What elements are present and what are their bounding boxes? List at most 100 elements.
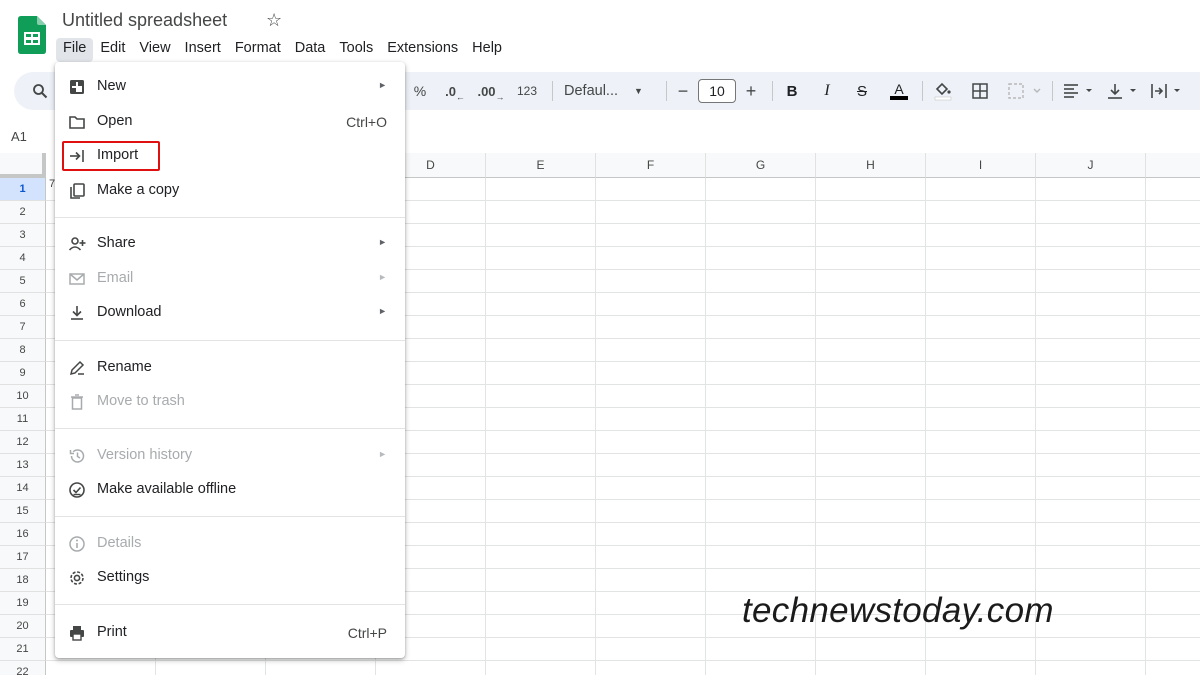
column-header-partial[interactable] bbox=[1146, 153, 1200, 178]
menu-item-label: Rename bbox=[97, 359, 152, 375]
copy-icon bbox=[70, 183, 85, 199]
menu-file[interactable]: File bbox=[56, 38, 94, 62]
menu-item-download[interactable]: Download ► bbox=[55, 298, 405, 328]
strikethrough-button[interactable]: S bbox=[852, 72, 872, 110]
row-header[interactable]: 5 bbox=[0, 270, 46, 293]
increase-decimal-button[interactable]: .00 → bbox=[476, 72, 506, 110]
sheets-logo[interactable] bbox=[18, 16, 46, 54]
menu-item-label: Details bbox=[97, 535, 142, 551]
decrease-decimal-button[interactable]: .0 ← bbox=[442, 72, 468, 110]
menu-item-email[interactable]: Email ► bbox=[55, 264, 405, 294]
borders-icon[interactable] bbox=[971, 82, 989, 100]
row-header[interactable]: 12 bbox=[0, 431, 46, 454]
menu-item-new[interactable]: New ► bbox=[55, 72, 405, 102]
menu-view[interactable]: View bbox=[132, 38, 177, 62]
row-header[interactable]: 9 bbox=[0, 362, 46, 385]
rename-icon bbox=[69, 360, 85, 376]
grid-line bbox=[46, 660, 1200, 661]
merge-cells-icon[interactable] bbox=[1007, 82, 1041, 100]
row-header[interactable]: 14 bbox=[0, 477, 46, 500]
percent-format-button[interactable]: % bbox=[410, 72, 430, 110]
email-icon bbox=[69, 273, 85, 285]
font-size-input[interactable]: 10 bbox=[698, 79, 736, 103]
print-icon bbox=[70, 626, 84, 641]
menu-edit[interactable]: Edit bbox=[93, 38, 132, 62]
horizontal-align-icon[interactable] bbox=[1062, 82, 1096, 100]
menu-item-print[interactable]: Print Ctrl+P bbox=[55, 618, 405, 648]
row-header[interactable]: 13 bbox=[0, 454, 46, 477]
row-header[interactable]: 18 bbox=[0, 569, 46, 592]
share-icon bbox=[68, 237, 86, 251]
menu-item-move-to-trash[interactable]: Move to trash bbox=[55, 387, 405, 417]
menu-data[interactable]: Data bbox=[288, 38, 333, 62]
info-icon bbox=[69, 536, 85, 552]
menu-item-settings[interactable]: Settings bbox=[55, 563, 405, 593]
name-box[interactable]: A1 bbox=[11, 129, 27, 144]
search-menus-icon[interactable] bbox=[32, 83, 48, 99]
toolbar-divider bbox=[772, 81, 773, 101]
row-header[interactable]: 19 bbox=[0, 592, 46, 615]
menu-format[interactable]: Format bbox=[228, 38, 288, 62]
row-header[interactable]: 16 bbox=[0, 523, 46, 546]
column-header[interactable]: E bbox=[486, 153, 596, 178]
folder-icon bbox=[69, 116, 85, 129]
bold-button[interactable]: B bbox=[782, 72, 802, 110]
column-header[interactable]: J bbox=[1036, 153, 1146, 178]
download-icon bbox=[71, 306, 83, 320]
menu-help[interactable]: Help bbox=[465, 38, 509, 62]
menu-bar: File Edit View Insert Format Data Tools … bbox=[56, 38, 509, 62]
increase-font-size-button[interactable]: + bbox=[742, 72, 760, 110]
caret-down-icon: ▼ bbox=[634, 86, 643, 96]
column-header[interactable]: F bbox=[596, 153, 706, 178]
more-formats-button[interactable]: 123 bbox=[514, 72, 540, 110]
gear-icon bbox=[70, 571, 84, 585]
text-color-button[interactable]: A bbox=[887, 72, 911, 110]
row-header[interactable]: 4 bbox=[0, 247, 46, 270]
menu-item-make-a-copy[interactable]: Make a copy bbox=[55, 176, 405, 206]
text-wrapping-icon[interactable] bbox=[1150, 82, 1190, 100]
row-header[interactable]: 10 bbox=[0, 385, 46, 408]
menu-extensions[interactable]: Extensions bbox=[380, 38, 465, 62]
watermark: technewstoday.com bbox=[742, 591, 1054, 630]
select-all-corner[interactable] bbox=[0, 153, 46, 178]
font-family-dropdown[interactable]: Defaul... ▼ bbox=[564, 72, 654, 110]
menu-item-label: Download bbox=[97, 304, 162, 320]
menu-item-make-available-offline[interactable]: Make available offline bbox=[55, 475, 405, 505]
menu-item-rename[interactable]: Rename bbox=[55, 353, 405, 383]
star-icon[interactable]: ☆ bbox=[266, 10, 282, 31]
row-header[interactable]: 22 bbox=[0, 661, 46, 675]
row-header[interactable]: 11 bbox=[0, 408, 46, 431]
menu-divider bbox=[55, 516, 405, 517]
menu-item-share[interactable]: Share ► bbox=[55, 229, 405, 259]
menu-item-details[interactable]: Details bbox=[55, 529, 405, 559]
document-title[interactable]: Untitled spreadsheet bbox=[62, 10, 227, 31]
row-header[interactable]: 21 bbox=[0, 638, 46, 661]
cell-a1[interactable]: 7 bbox=[46, 178, 55, 190]
row-header[interactable]: 3 bbox=[0, 224, 46, 247]
row-header[interactable]: 15 bbox=[0, 500, 46, 523]
menu-item-version-history[interactable]: Version history ► bbox=[55, 441, 405, 471]
menu-divider bbox=[55, 340, 405, 341]
italic-button[interactable]: I bbox=[817, 72, 837, 110]
increase-decimal-label: .00 bbox=[477, 83, 496, 99]
menu-item-label: Settings bbox=[97, 569, 150, 585]
decrease-font-size-button[interactable]: − bbox=[674, 72, 692, 110]
menu-tools[interactable]: Tools bbox=[332, 38, 380, 62]
menu-item-open[interactable]: Open Ctrl+O bbox=[55, 107, 405, 137]
row-header[interactable]: 1 bbox=[0, 178, 46, 201]
row-header[interactable]: 20 bbox=[0, 615, 46, 638]
column-header[interactable]: H bbox=[816, 153, 926, 178]
column-header[interactable]: G bbox=[706, 153, 816, 178]
row-header[interactable]: 7 bbox=[0, 316, 46, 339]
row-header[interactable]: 17 bbox=[0, 546, 46, 569]
vertical-align-icon[interactable] bbox=[1106, 82, 1140, 100]
text-color-glyph: A bbox=[890, 82, 908, 100]
row-header[interactable]: 8 bbox=[0, 339, 46, 362]
submenu-arrow-icon: ► bbox=[378, 80, 387, 90]
row-header[interactable]: 6 bbox=[0, 293, 46, 316]
menu-insert[interactable]: Insert bbox=[178, 38, 228, 62]
fill-color-icon[interactable] bbox=[932, 80, 954, 102]
column-header[interactable]: I bbox=[926, 153, 1036, 178]
shortcut-label: Ctrl+P bbox=[347, 625, 387, 641]
row-header[interactable]: 2 bbox=[0, 201, 46, 224]
